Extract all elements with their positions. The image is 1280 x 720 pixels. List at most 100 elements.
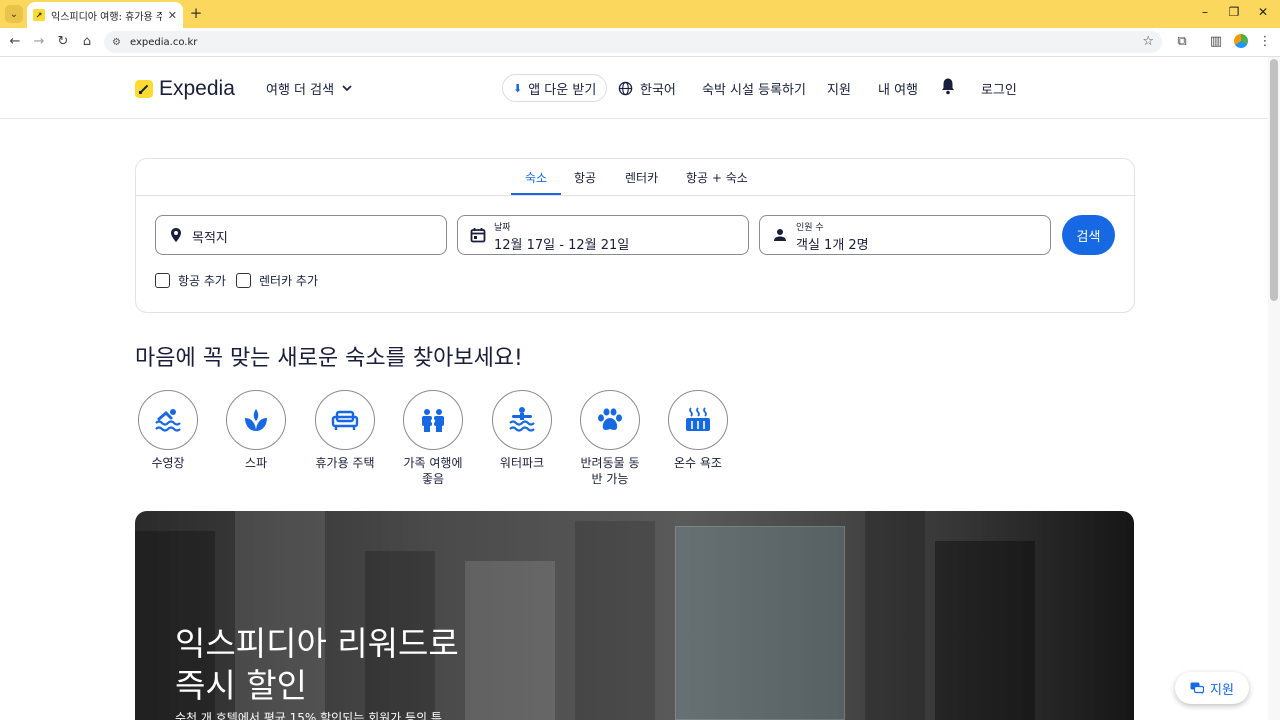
expedia-favicon-icon: ↗ [33,9,45,21]
logo-text: Expedia [159,77,235,100]
download-icon: ⬇ [513,81,523,95]
chevron-down-icon [342,85,352,92]
category-circle [492,390,552,450]
calendar-icon [470,228,486,243]
category-label: 온수 욕조 [674,456,722,470]
category-label: 워터파크 [499,456,545,470]
sidepanel-icon[interactable]: ▥ [1207,33,1225,51]
home-icon[interactable]: ⌂ [78,33,96,51]
list-property-link[interactable]: 숙박 시설 등록하기 [702,79,806,98]
close-tab-icon[interactable]: ✕ [168,9,177,22]
forward-icon[interactable]: → [30,33,48,51]
destination-field[interactable]: 목적지 [155,215,447,255]
location-pin-icon [171,228,181,242]
app-download-button[interactable]: ⬇ 앱 다운 받기 [502,74,608,102]
add-flight-checkbox[interactable]: 항공 추가 [155,272,226,289]
add-car-checkbox[interactable]: 렌터카 추가 [236,272,318,289]
category-spa[interactable]: 스파 [224,390,288,471]
category-circle [226,390,286,450]
globe-icon [618,81,633,96]
rewards-hero-banner[interactable]: 익스피디아 리워드로 즉시 할인 수천 개 호텔에서 평균 15% 할인되는 회… [135,511,1134,720]
category-pet-friendly[interactable]: 반려동물 동반 가능 [578,390,642,487]
hero-title: 익스피디아 리워드로 즉시 할인 [175,624,459,705]
bell-icon[interactable] [940,77,956,95]
waterpark-icon [509,407,535,432]
extensions-icon[interactable]: ⧉ [1173,33,1191,51]
new-tab-icon[interactable]: + [188,5,204,21]
active-tab-indicator [511,193,561,195]
pool-icon [155,409,181,432]
tab-search-icon[interactable]: ⌄ [5,5,23,23]
category-circle [403,390,463,450]
category-circle [138,390,198,450]
guests-field[interactable]: 인원 수 객실 1개 2명 [759,215,1051,255]
category-waterpark[interactable]: 워터파크 [490,390,554,471]
date-label: 날짜 [494,223,511,233]
city-building [575,521,655,720]
category-label: 가족 여행에 좋음 [403,456,463,486]
more-travel-label: 여행 더 검색 [266,83,335,98]
browser-tab[interactable]: ↗ 익스피디아 여행: 휴가용 주택 ✕ [27,2,183,28]
close-window-icon[interactable]: ✕ [1255,5,1271,19]
tab-title: 익스피디아 여행: 휴가용 주택 [51,11,162,23]
address-bar[interactable]: ⚙ expedia.co.kr ☆ [104,31,1162,53]
back-icon[interactable]: ← [6,33,24,51]
tab-stays[interactable]: 숙소 [525,169,547,186]
category-circle [580,390,640,450]
profile-avatar[interactable] [1234,34,1248,48]
reload-icon[interactable]: ↻ [54,33,72,51]
help-chat-button[interactable]: 지원 [1175,672,1249,704]
browser-toolbar: ← → ↻ ⌂ ⚙ expedia.co.kr ☆ ⧉ ▥ ⋮ [0,28,1280,57]
address-url[interactable]: expedia.co.kr [130,37,197,48]
search-form: 숙소 항공 렌터카 항공 + 숙소 목적지 날짜 12월 17일 - 12월 2… [135,158,1136,313]
bookmark-star-icon[interactable]: ☆ [1142,34,1154,49]
destination-placeholder: 목적지 [192,231,228,246]
category-vacation-home[interactable]: 휴가용 주택 [313,390,377,471]
app-download-label: 앱 다운 받기 [528,82,597,98]
tab-packages[interactable]: 항공 + 숙소 [686,169,748,186]
category-label: 반려동물 동반 가능 [580,456,640,486]
search-button[interactable]: 검색 [1062,215,1115,255]
sofa-icon [331,410,359,430]
category-family[interactable]: 가족 여행에 좋음 [401,390,465,487]
checkbox-box[interactable] [236,273,251,288]
minimize-icon[interactable]: – [1197,5,1213,19]
site-header: Expedia 여행 더 검색 ⬇ 앱 다운 받기 한국어 숙박 시설 등록하기… [0,57,1268,119]
restore-icon[interactable]: ❐ [1226,5,1242,19]
category-circle [668,390,728,450]
discover-headline: 마음에 꼭 맞는 새로운 숙소를 찾아보세요! [135,346,523,371]
scrollbar-thumb[interactable] [1270,59,1278,301]
search-tabs: 숙소 항공 렌터카 항공 + 숙소 [136,159,1136,196]
expedia-logo-icon [135,80,153,98]
family-icon [422,409,444,432]
browser-menu-icon[interactable]: ⋮ [1256,33,1274,51]
tab-flights[interactable]: 항공 [574,169,596,186]
category-pool[interactable]: 수영장 [136,390,200,471]
date-field[interactable]: 날짜 12월 17일 - 12월 21일 [457,215,749,255]
category-label: 휴가용 주택 [315,456,375,470]
category-label: 수영장 [151,456,185,470]
paw-icon [598,408,622,430]
my-trips-link[interactable]: 내 여행 [878,79,918,98]
tab-cars[interactable]: 렌터카 [625,169,658,186]
glass-tower [675,526,845,720]
city-building [865,511,925,720]
page-scrollbar[interactable] [1268,57,1280,720]
site-info-icon[interactable]: ⚙ [112,37,126,48]
add-flight-label: 항공 추가 [178,274,226,288]
support-link[interactable]: 지원 [827,79,851,98]
person-icon [774,229,786,241]
help-label: 지원 [1210,682,1234,698]
add-car-label: 렌터카 추가 [259,274,319,288]
city-building [935,541,1035,720]
expedia-logo[interactable]: Expedia [135,77,235,101]
date-value: 12월 17일 - 12월 21일 [494,238,630,253]
more-travel-menu[interactable]: 여행 더 검색 [266,79,352,98]
language-selector[interactable]: 한국어 [618,79,676,98]
language-label: 한국어 [640,83,676,98]
login-link[interactable]: 로그인 [981,79,1017,98]
checkbox-box[interactable] [155,273,170,288]
category-label: 스파 [244,456,268,470]
category-hot-tub[interactable]: 온수 욕조 [666,390,730,471]
category-circle [315,390,375,450]
